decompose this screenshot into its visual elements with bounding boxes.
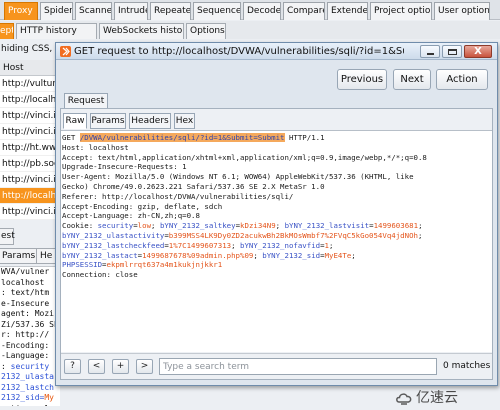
background-raw-line: : text/htm [1, 288, 50, 297]
proxy-sub-tab-websockets-history[interactable]: WebSockets history [99, 23, 184, 39]
main-tab-bar: ProxySpiderScannerIntruderRepeaterSequen… [0, 0, 500, 20]
action-button[interactable]: Action [436, 69, 488, 90]
lower-view-tabs: Params He [0, 248, 60, 264]
main-tab-user-options[interactable]: User options [434, 2, 490, 20]
raw-request-line: bYNY_2132_lastcheckfeed=1%7C1499607313; … [62, 240, 334, 250]
raw-request-line: GET /DVWA/vulnerabilities/sqli/?id=1&Sub… [62, 133, 325, 142]
raw-request-line: Connection: close [62, 270, 138, 280]
burp-logo-icon [60, 46, 71, 57]
raw-request-line: PHPSESSID=ekpmlrrqt637a4m1kukjnjkkr1 [62, 260, 223, 270]
tab-raw[interactable]: Raw [63, 113, 87, 129]
background-raw-line: -Encoding: [1, 340, 50, 350]
raw-request-line: Accept-Language: zh-CN,zh;q=0.8 [62, 211, 200, 221]
column-header-host[interactable]: Host [0, 60, 59, 76]
proxy-sub-tab-http-history[interactable]: HTTP history [16, 23, 97, 39]
main-tab-scanner[interactable]: Scanner [75, 2, 112, 20]
lower-tab-params[interactable]: Params [0, 248, 40, 264]
main-tab-comparer[interactable]: Comparer [283, 2, 325, 20]
history-rows: http://vulture.nhttp://localhoshttp://vi… [0, 76, 59, 220]
help-button[interactable]: ? [64, 359, 81, 374]
background-raw-line: 2132_sid=My [1, 393, 54, 402]
tab-request[interactable]: est [0, 228, 15, 245]
navigation-toolbar: Previous Next Action [56, 61, 497, 97]
watermark-text: 亿速云 [416, 390, 458, 406]
main-tab-spider[interactable]: Spider [40, 2, 73, 20]
lower-tab-he[interactable]: He [36, 248, 57, 264]
table-row[interactable]: http://pb.sogo [0, 156, 59, 172]
proxy-sub-tab-bar: ept HTTP history WebSockets history Options [0, 21, 500, 39]
table-row[interactable]: http://ht.www [0, 140, 59, 156]
raw-request-line: Gecko) Chrome/49.0.2623.221 Safari/537.3… [62, 181, 325, 191]
background-raw-line: localhost [1, 277, 45, 287]
background-raw-request: WVA/vulner localhost: text/htm e-Insecure a… [0, 266, 60, 406]
lower-tab-strip: est [0, 228, 60, 245]
main-tab-sequencer[interactable]: Sequencer [193, 2, 241, 20]
background-raw-line: 2132_ulasta [1, 372, 54, 381]
table-row[interactable]: http://localhos [0, 92, 59, 108]
raw-request-line: Cookie: security=low; bYNY_2132_saltkey=… [62, 221, 423, 231]
main-tab-extender[interactable]: Extender [327, 2, 368, 20]
main-tab-proxy[interactable]: Proxy [4, 2, 38, 20]
table-row[interactable]: http://vinci.ie.s [0, 108, 59, 124]
raw-request-line: bYNY_2132_ulastactivity=b399MSS4LK9Dy0ZD… [62, 230, 423, 240]
raw-request-line: Referer: http://localhost/DVWA/vulnerabi… [62, 191, 294, 201]
previous-button[interactable]: Previous [337, 69, 387, 90]
background-raw-line: Zi/537.36 SE [1, 319, 59, 329]
main-tab-repeater[interactable]: Repeater [150, 2, 191, 20]
view-tabs: Raw Params Headers Hex [63, 113, 483, 129]
next-match-button[interactable]: > [136, 359, 153, 374]
watermark: 亿速云 [395, 388, 497, 408]
raw-request-line: Upgrade-Insecure-Requests: 1 [62, 162, 187, 172]
background-raw-line: 2132_lastch [1, 382, 54, 392]
table-row[interactable]: http://vinci.ie.s [0, 124, 59, 140]
filter-bar[interactable]: hiding CSS, im [0, 40, 60, 58]
main-tab-project-options[interactable]: Project options [370, 2, 432, 20]
raw-request-line: bYNY_2132_lastact=1499687678%09admin.php… [62, 250, 356, 260]
table-row[interactable]: http://vinci.ie.s [0, 204, 59, 220]
window-title: GET request to http://localhost/DVWA/vul… [74, 46, 404, 57]
previous-match-button[interactable]: < [88, 359, 105, 374]
title-bar[interactable]: GET request to http://localhost/DVWA/vul… [56, 43, 497, 60]
raw-request-line: User-Agent: Mozilla/5.0 (Windows NT 6.1;… [62, 172, 414, 182]
raw-request-line: Accept-Encoding: gzip, deflate, sdch [62, 201, 223, 211]
history-table: Host http://vulture.nhttp://localhoshttp… [0, 60, 60, 220]
close-button[interactable]: X [464, 45, 492, 58]
background-raw-line: : security [1, 361, 50, 371]
background-raw-line: r: http:// [1, 330, 50, 339]
main-tab-intruder[interactable]: Intruder [114, 2, 148, 20]
request-detail-window: GET request to http://localhost/DVWA/vul… [55, 42, 498, 386]
table-row[interactable]: http://vinci.ie.s [0, 172, 59, 188]
background-raw-line: -Language: [1, 351, 50, 360]
search-bar: ? < + > 0 matches [61, 353, 492, 379]
match-count: 0 matches [443, 361, 491, 371]
raw-request-editor[interactable]: GET /DVWA/vulnerabilities/sqli/?id=1&Sub… [61, 130, 492, 352]
cloud-logo-icon [396, 393, 412, 405]
table-row[interactable]: http://vulture.n [0, 76, 59, 92]
proxy-sub-tab-options[interactable]: Options [186, 23, 226, 39]
close-icon: X [474, 46, 482, 57]
next-button[interactable]: Next [393, 69, 431, 90]
add-button[interactable]: + [112, 359, 129, 374]
minimize-icon [427, 53, 434, 55]
proxy-sub-tab-ept[interactable]: ept [0, 23, 14, 39]
raw-request-line: Host: localhost [62, 142, 129, 152]
background-raw-line: ection: close [0, 404, 60, 407]
tab-hex[interactable]: Hex [174, 113, 195, 129]
maximize-icon [448, 49, 457, 55]
main-tab-decoder[interactable]: Decoder [243, 2, 281, 20]
tab-headers[interactable]: Headers [129, 113, 171, 129]
raw-request-line: Accept: text/html,application/xhtml+xml,… [62, 152, 427, 162]
request-panel: Raw Params Headers Hex GET /DVWA/vulnera… [60, 108, 493, 380]
minimize-button[interactable] [420, 45, 440, 58]
background-raw-line: WVA/vulner [1, 267, 50, 276]
maximize-button[interactable] [442, 45, 462, 58]
raw-request-text: GET /DVWA/vulnerabilities/sqli/?id=1&Sub… [62, 133, 490, 280]
search-input[interactable] [159, 358, 437, 375]
tab-request[interactable]: Request [64, 93, 108, 109]
tab-params[interactable]: Params [90, 113, 126, 129]
background-raw-line: e-Insecure [1, 298, 50, 308]
background-raw-line: agent: Mozi [1, 309, 54, 318]
table-row[interactable]: http://localhos [0, 188, 59, 204]
